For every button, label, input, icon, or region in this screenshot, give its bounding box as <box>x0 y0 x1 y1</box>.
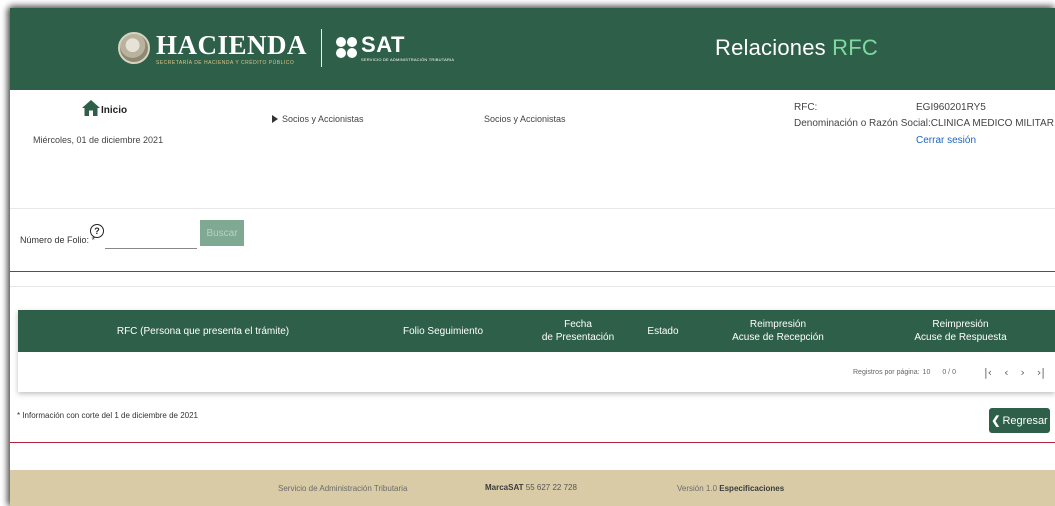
section-divider <box>10 286 1055 287</box>
rfc-value: EGI960201RY5 <box>916 102 986 113</box>
sat-logo: SAT SERVICIO DE ADMINISTRACIÓN TRIBUTARI… <box>336 34 454 62</box>
back-button-label: Regresar <box>1002 414 1048 427</box>
home-icon <box>82 100 100 116</box>
hacienda-title: HACIENDA <box>156 29 308 60</box>
info-bar: Inicio Miércoles, 01 de diciembre 2021 S… <box>10 90 1055 209</box>
app-frame: HACIENDA SECRETARÍA DE HACIENDA Y CRÉDIT… <box>10 8 1055 506</box>
hacienda-subtitle: SECRETARÍA DE HACIENDA Y CRÉDITO PÚBLICO <box>156 59 295 66</box>
sat-dots-icon <box>336 37 358 59</box>
rfc-label: RFC: <box>794 102 818 113</box>
folio-search-row: Número de Folio: * ? Buscar <box>10 208 1055 272</box>
footer-marca[interactable]: MarcaSAT 55 627 22 728 <box>485 483 577 492</box>
results-table: RFC (Persona que presenta el trámite) Fo… <box>18 310 1055 392</box>
column-header-estado[interactable]: Estado <box>633 325 693 338</box>
sat-word: SAT <box>361 32 405 57</box>
cutoff-note: * Información con corte del 1 de diciemb… <box>17 411 198 420</box>
help-icon[interactable]: ? <box>90 224 104 238</box>
national-seal-icon <box>118 32 150 64</box>
specs-link[interactable]: Especificaciones <box>719 484 784 493</box>
first-page-icon[interactable]: |‹ <box>984 366 992 379</box>
hacienda-sat-logo[interactable]: HACIENDA SECRETARÍA DE HACIENDA Y CRÉDIT… <box>118 20 454 76</box>
rows-per-page-label: Registros por página: <box>853 369 920 376</box>
section-divider <box>10 442 1055 443</box>
last-page-icon[interactable]: ›| <box>1037 366 1045 379</box>
footer: Servicio de Administración Tributaria Ma… <box>10 470 1055 506</box>
home-link[interactable]: Inicio <box>82 100 127 116</box>
footer-version: Versión 1.0 Especificaciones <box>677 484 784 493</box>
prev-page-icon[interactable]: ‹ <box>1004 366 1008 379</box>
top-header: HACIENDA SECRETARÍA DE HACIENDA Y CRÉDIT… <box>10 8 1055 90</box>
breadcrumb-label: Socios y Accionistas <box>282 114 364 124</box>
current-date: Miércoles, 01 de diciembre 2021 <box>33 135 164 145</box>
home-label: Inicio <box>101 105 128 116</box>
app-title-accent: RFC <box>832 35 878 60</box>
folio-input[interactable] <box>105 234 197 249</box>
column-header-fecha[interactable]: Fecha de Presentación <box>523 318 633 344</box>
app-title: Relaciones RFC <box>715 35 878 61</box>
marca-phone: 55 627 22 728 <box>525 483 577 492</box>
table-header: RFC (Persona que presenta el trámite) Fo… <box>18 310 1055 352</box>
footer-org: Servicio de Administración Tributaria <box>278 484 408 493</box>
column-header-acuse-respuesta[interactable]: Reimpresión Acuse de Respuesta <box>878 318 1043 344</box>
search-button[interactable]: Buscar <box>200 220 244 246</box>
logout-link[interactable]: Cerrar sesión <box>916 135 976 146</box>
table-pager: Registros por página: 10 0 / 0 |‹ ‹ › ›| <box>853 366 1045 379</box>
folio-label: Número de Folio: * <box>20 235 96 245</box>
razon-social-label: Denominación o Razón Social: <box>794 118 931 129</box>
breadcrumb-item[interactable]: Socios y Accionistas <box>272 114 364 124</box>
razon-social-value: CLINICA MEDICO MILITAR SC <box>930 118 1055 129</box>
next-page-icon[interactable]: › <box>1020 366 1024 379</box>
caret-right-icon <box>272 115 278 123</box>
back-button[interactable]: ❮ Regresar <box>989 408 1050 433</box>
column-header-rfc[interactable]: RFC (Persona que presenta el trámite) <box>18 325 388 338</box>
chevron-left-icon: ❮ <box>991 415 1001 427</box>
sat-subtitle: SERVICIO DE ADMINISTRACIÓN TRIBUTARIA <box>361 57 455 62</box>
rows-per-page-select[interactable]: 10 <box>923 369 931 376</box>
column-header-folio[interactable]: Folio Seguimiento <box>373 325 513 338</box>
marca-label: MarcaSAT <box>485 483 524 492</box>
column-header-acuse-recepcion[interactable]: Reimpresión Acuse de Recepción <box>713 318 843 344</box>
razon-social: Denominación o Razón Social:CLINICA MEDI… <box>794 118 1055 129</box>
page-range: 0 / 0 <box>942 369 956 376</box>
section-label: Socios y Accionistas <box>484 114 566 124</box>
hacienda-logo: HACIENDA SECRETARÍA DE HACIENDA Y CRÉDIT… <box>156 31 307 66</box>
logo-divider <box>321 29 323 67</box>
version-label: Versión 1.0 <box>677 484 718 493</box>
app-title-main: Relaciones <box>715 35 826 60</box>
